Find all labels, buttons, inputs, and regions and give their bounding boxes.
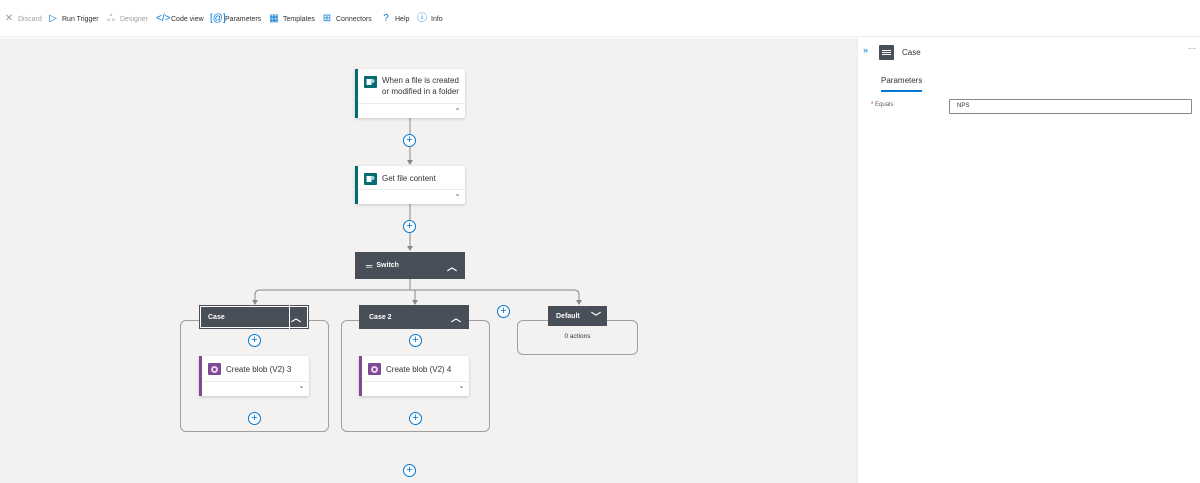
create-blob-3-title: Create blob (V2) 3 xyxy=(226,365,292,374)
trigger-card[interactable]: When a file is created or modified in a … xyxy=(355,69,465,118)
case-label: Case xyxy=(208,313,225,321)
add-step-button[interactable]: + xyxy=(403,134,416,147)
sharepoint-icon xyxy=(364,173,377,185)
discard-label: Discard xyxy=(18,15,42,23)
run-trigger-label: Run Trigger xyxy=(62,15,99,23)
add-step-button[interactable]: + xyxy=(248,412,261,425)
create-blob-3-card[interactable]: Create blob (V2) 3 ⚭ xyxy=(199,356,309,396)
equals-label-text: Equals xyxy=(875,102,894,108)
parameters-icon: [@] xyxy=(210,13,226,24)
sharepoint-icon xyxy=(364,76,377,88)
add-step-button[interactable]: + xyxy=(403,220,416,233)
parameters-button[interactable]: [@] Parameters xyxy=(210,11,261,27)
blob-storage-icon xyxy=(368,363,381,375)
designer-canvas[interactable]: When a file is created or modified in a … xyxy=(0,38,857,483)
designer-toolbar: ✕ Discard ▷ Run Trigger ஃ Designer </> C… xyxy=(0,0,1200,37)
equals-label: * Equals xyxy=(871,102,893,108)
collapse-panel-icon[interactable]: » xyxy=(863,45,868,55)
more-options-icon[interactable]: ··· xyxy=(1188,44,1196,53)
add-step-button[interactable]: + xyxy=(409,412,422,425)
properties-panel: » Case ··· Parameters * Equals NPS xyxy=(857,38,1200,483)
designer-icon: ஃ xyxy=(107,13,115,24)
code-view-button[interactable]: </> Code view xyxy=(156,11,204,27)
info-label: Info xyxy=(431,15,443,23)
get-file-content-card[interactable]: Get file content ⚭ xyxy=(355,166,465,204)
code-icon: </> xyxy=(156,13,171,24)
chevron-up-icon[interactable]: ︿ xyxy=(291,310,301,325)
blob-storage-icon xyxy=(208,363,221,375)
case-2-label: Case 2 xyxy=(369,313,392,321)
trigger-title-line2: or modified in a folder xyxy=(382,87,459,96)
discard-button[interactable]: ✕ Discard xyxy=(3,11,42,27)
switch-icon: ═ xyxy=(366,260,373,271)
close-icon: ✕ xyxy=(4,13,14,24)
help-button[interactable]: ? Help xyxy=(380,11,409,27)
help-label: Help xyxy=(395,15,410,23)
switch-header[interactable]: ═ Switch ︿ xyxy=(355,252,465,279)
add-step-button[interactable]: + xyxy=(409,334,422,347)
case-header[interactable]: Case ︿ xyxy=(199,305,309,329)
trigger-title: When a file is created or modified in a … xyxy=(382,75,459,97)
add-case-button[interactable]: + xyxy=(497,305,510,318)
templates-button[interactable]: ▦ Templates xyxy=(268,11,315,27)
add-step-button[interactable]: + xyxy=(248,334,261,347)
link-icon: ⚭ xyxy=(454,193,460,199)
link-icon: ⚭ xyxy=(298,385,304,391)
switch-case-icon xyxy=(879,45,894,60)
panel-title: Case xyxy=(902,48,921,57)
parameters-label: Parameters xyxy=(225,15,262,23)
get-file-content-title: Get file content xyxy=(382,174,436,183)
templates-icon: ▦ xyxy=(269,13,279,24)
chevron-down-icon[interactable]: ﹀ xyxy=(591,309,601,324)
code-view-label: Code view xyxy=(171,15,204,23)
link-icon: ⚭ xyxy=(454,107,460,113)
create-blob-4-card[interactable]: Create blob (V2) 4 ⚭ xyxy=(359,356,469,396)
designer-button[interactable]: ஃ Designer xyxy=(105,11,148,27)
default-label: Default xyxy=(556,312,580,320)
default-empty-text: 0 actions xyxy=(564,333,591,340)
switch-label: Switch xyxy=(376,262,399,269)
play-icon: ▷ xyxy=(49,13,57,24)
connectors-button[interactable]: ⊞ Connectors xyxy=(321,11,372,27)
templates-label: Templates xyxy=(283,15,315,23)
create-blob-4-title: Create blob (V2) 4 xyxy=(386,365,452,374)
trigger-title-line1: When a file is created xyxy=(382,76,459,85)
chevron-up-icon[interactable]: ︿ xyxy=(451,310,461,325)
chevron-up-icon[interactable]: ︿ xyxy=(447,258,457,273)
connectors-label: Connectors xyxy=(336,15,372,23)
help-icon: ? xyxy=(383,13,389,24)
default-header[interactable]: Default ﹀ xyxy=(548,306,607,326)
link-icon: ⚭ xyxy=(458,385,464,391)
designer-label: Designer xyxy=(120,15,149,23)
add-step-button[interactable]: + xyxy=(403,464,416,477)
connectors-icon: ⊞ xyxy=(322,13,332,24)
info-button[interactable]: ⓘ Info xyxy=(416,11,443,27)
run-trigger-button[interactable]: ▷ Run Trigger xyxy=(47,11,99,27)
tab-parameters[interactable]: Parameters xyxy=(881,76,923,92)
info-icon: ⓘ xyxy=(417,13,427,24)
equals-input[interactable]: NPS xyxy=(949,99,1192,114)
case-2-header[interactable]: Case 2 ︿ xyxy=(359,305,469,329)
